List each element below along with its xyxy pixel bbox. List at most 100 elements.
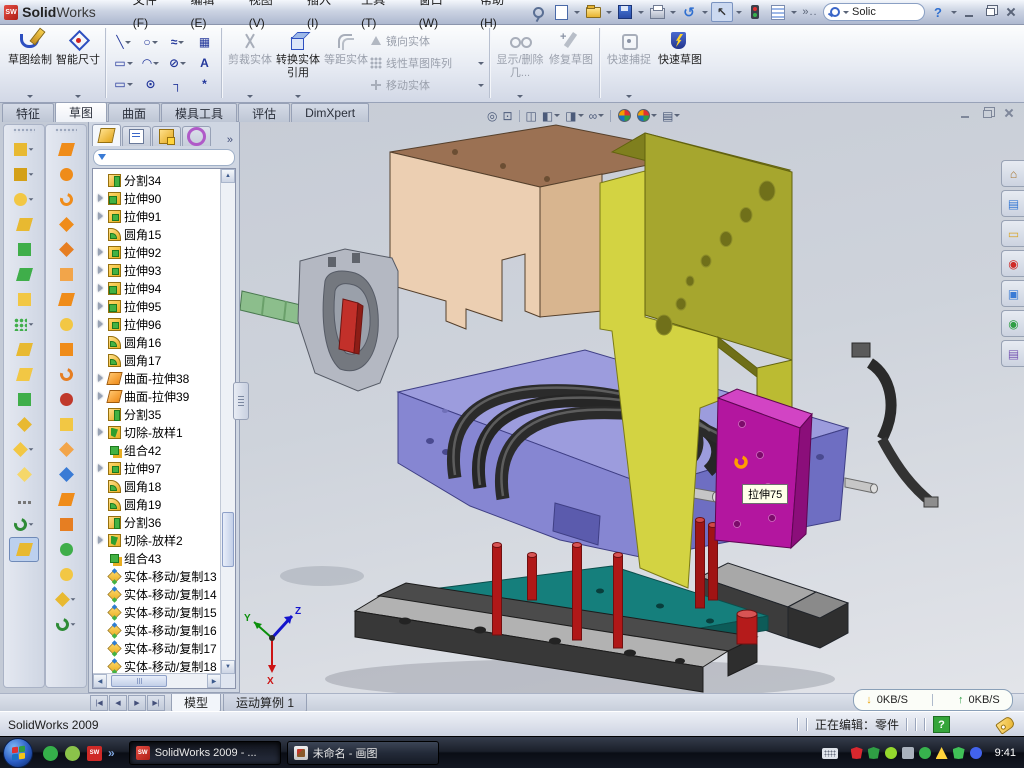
revolved-surface-icon[interactable] [51,162,81,187]
scroll-right-icon[interactable]: ▶ [207,674,221,688]
horizontal-scroll-thumb[interactable] [111,675,167,687]
expander-icon[interactable] [98,284,103,292]
annotation-views-icon[interactable]: ▤ [661,110,681,122]
manager-tabs-expand-button[interactable]: » [223,134,237,146]
defender-shield-icon[interactable] [953,747,965,759]
swept-boss-icon[interactable] [9,212,39,237]
start-button[interactable] [3,738,33,768]
tree-horizontal-scrollbar[interactable]: ◀ ▶ [93,673,221,688]
panel-splitter-handle[interactable] [233,382,249,420]
helix-icon[interactable] [9,512,39,537]
tree-item[interactable]: 拉伸96 [94,315,220,333]
menu-item[interactable]: 视图(V) [238,0,296,35]
dropdown-icon[interactable] [29,523,34,525]
open-dropdown-icon[interactable] [606,11,612,14]
entity-dropdown-icon[interactable] [180,62,186,65]
command-tab[interactable]: 特征 [2,103,54,122]
dropdown-icon[interactable] [29,148,34,150]
tree-item[interactable]: 拉伸97 [94,459,220,477]
hide-show-items-icon[interactable]: ∞ [588,110,606,122]
menu-item[interactable]: 帮助(H) [469,0,528,35]
rectangle-icon[interactable]: ▭ [110,53,137,74]
tree-item[interactable]: 组合42 [94,441,220,459]
trim-surface-icon[interactable] [51,237,81,262]
draft-icon[interactable] [9,262,39,287]
print-button[interactable] [647,3,667,21]
tree-item[interactable]: 分割36 [94,513,220,531]
model-tab[interactable]: 运动算例 1 [223,694,307,712]
file-explorer-icon[interactable]: ▭ [1001,220,1024,247]
custom-properties-icon[interactable]: ▤ [1001,340,1024,367]
untrim-surface-icon[interactable] [51,437,81,462]
move-copy-body-icon[interactable] [9,412,39,437]
sketch-tool-dropdown-icon[interactable] [478,62,484,65]
tree-filter-input[interactable] [93,149,235,166]
rebuild-button[interactable] [745,3,765,21]
media-quicklaunch-icon[interactable] [65,746,80,761]
menu-item[interactable]: 文件(F) [122,0,180,35]
expander-icon[interactable] [98,194,103,202]
arc-icon[interactable]: ◠ [137,53,164,74]
graphics-viewport[interactable]: Y Z X ◎ ⊡ [240,103,1024,693]
sketch-tool-dropdown-icon[interactable] [478,84,484,87]
scroll-left-icon[interactable]: ◀ [93,674,107,688]
swept-surface-icon[interactable] [51,137,81,162]
rapid-sketch-button[interactable]: 快速草图 [654,24,706,102]
options-button[interactable] [768,3,788,21]
scene-icon[interactable] [635,109,658,122]
search-scope-dropdown-icon[interactable] [843,11,849,14]
solidworks-resources-icon[interactable]: ◉ [1001,250,1024,277]
sketch-dropdown-icon[interactable] [27,95,33,98]
volume-icon[interactable] [902,747,914,759]
vertical-scroll-thumb[interactable] [222,512,234,567]
revolved-boss-icon[interactable] [9,162,39,187]
offset-entities-button[interactable]: 等距实体 [322,24,370,102]
expander-icon[interactable] [98,536,103,544]
trim-entities-button[interactable]: 剪裁实体 [226,24,274,102]
tab-nav-button[interactable]: ◀ [109,695,127,711]
expander-icon[interactable] [98,302,103,310]
tree-item[interactable]: 组合43 [94,549,220,567]
gray-clamp-slide[interactable] [298,249,398,391]
tree-item[interactable]: 圆角16 [94,333,220,351]
close-button[interactable] [1002,5,1020,20]
antivirus-shield-icon[interactable] [868,747,880,759]
tag-icon[interactable] [995,715,1016,735]
view-orientation-icon[interactable]: ◧ [541,110,561,122]
appearances-icon[interactable] [616,109,632,122]
options-dropdown-icon[interactable] [791,11,797,14]
extruded-boss-icon[interactable] [9,137,39,162]
tree-item[interactable]: 切除-放样2 [94,531,220,549]
expander-icon[interactable] [98,464,103,472]
tree-item[interactable]: 实体-移动/复制15 [94,603,220,621]
repair-sketch-button[interactable]: 修复草图 [546,24,596,102]
scroll-down-icon[interactable]: ▼ [221,660,235,674]
toolbar-grip[interactable] [55,128,77,133]
sketch-tool-row[interactable]: 线性草图阵列 [370,53,486,73]
tree-item[interactable]: 拉伸95 [94,297,220,315]
dropdown-icon[interactable] [29,173,34,175]
solidworks-quicklaunch-icon[interactable]: SW [87,746,102,761]
tree-item[interactable]: 拉伸90 [94,189,220,207]
entity-dropdown-icon[interactable] [153,62,159,65]
dome-icon[interactable] [51,312,81,337]
polygon-icon[interactable]: ⊙ [137,74,164,95]
doc-close-button[interactable] [1000,106,1018,121]
command-tab[interactable]: 模具工具 [161,103,237,122]
swept-elbow-icon[interactable] [51,362,81,387]
convert-dropdown-icon[interactable] [295,95,301,98]
model-tab[interactable]: 模型 [171,694,221,712]
surface-ref-point-icon[interactable] [51,587,81,612]
tree-item[interactable]: 圆角19 [94,495,220,513]
dropdown-icon[interactable] [29,323,34,325]
move-surface-icon[interactable] [51,462,81,487]
tree-item[interactable]: 曲面-拉伸39 [94,387,220,405]
expander-icon[interactable] [98,392,103,400]
appearances-scenes-icon[interactable]: ◉ [1001,310,1024,337]
ellipse-icon[interactable]: ⊘ [164,53,191,74]
tree-item[interactable]: 切除-放样1 [94,423,220,441]
expander-icon[interactable] [98,248,103,256]
trim-dropdown-icon[interactable] [247,95,253,98]
reference-plane-icon[interactable] [9,462,39,487]
design-library-icon[interactable]: ▤ [1001,190,1024,217]
